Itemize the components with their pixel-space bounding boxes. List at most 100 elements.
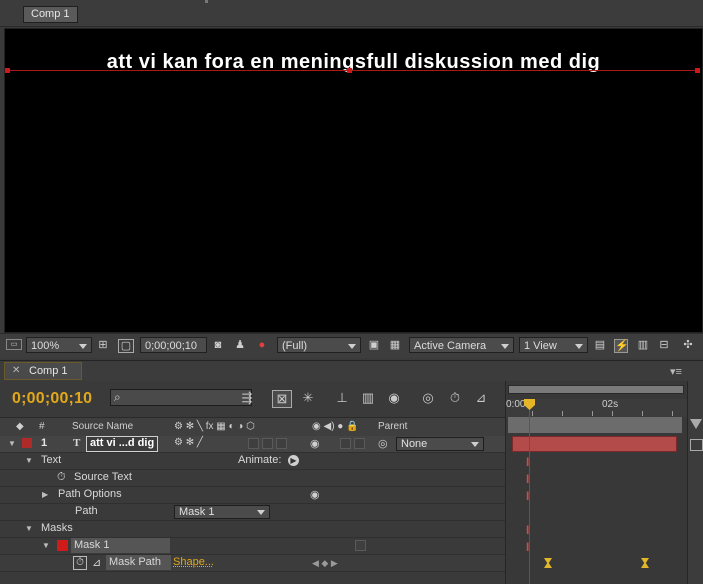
path-mask-dropdown[interactable]: Mask 1 [174, 505, 270, 519]
property-row-mask-path[interactable]: ⏱ ⊿ Mask Path Shape... ◀ ◆ ▶ [0, 555, 505, 572]
current-time-field[interactable]: 0;00;00;10 [140, 337, 207, 353]
timeline-tab[interactable]: ✕ Comp 1 [4, 362, 82, 380]
keyframe-icon[interactable] [641, 558, 649, 568]
panel-menu-icon[interactable]: ▾≡ [670, 365, 682, 378]
comp-button-icon[interactable] [690, 439, 703, 451]
hide-shy-layers-icon[interactable]: ⊥ [333, 390, 351, 406]
expand-icon[interactable]: ▼ [25, 456, 33, 465]
snapshot-camera-icon[interactable]: ◙ [212, 339, 224, 351]
property-row-masks[interactable]: ▼ Masks [0, 521, 505, 538]
expand-layer-icon[interactable]: ▼ [8, 439, 16, 448]
graph-editor-brainstorm-icon[interactable]: ◎ [419, 390, 437, 406]
layer-column-header: ◆ # Source Name ⚙ ✻ ╲ fx ▦ ◐ ◑ ⬡ ◉ ◀) ● … [0, 417, 505, 437]
property-label: Path Options [58, 488, 122, 500]
ruler-start-label: 0:00 [506, 399, 526, 410]
keyframe-marker-icon: I [526, 489, 530, 503]
flowchart-icon[interactable]: ⊟ [658, 339, 670, 351]
fast-previews-icon[interactable]: ⚡ [614, 339, 629, 353]
switch-box[interactable] [248, 438, 259, 449]
composition-viewer[interactable]: att vi kan fora en meningsfull diskussio… [4, 28, 703, 333]
close-tab-icon[interactable]: ✕ [12, 365, 20, 376]
mask-row[interactable]: ▼ Mask 1 [0, 538, 505, 555]
time-navigator-bar[interactable] [508, 385, 684, 394]
layer-name-field[interactable]: att vi ...d dig [86, 436, 159, 452]
mask-invert-checkbox[interactable] [355, 540, 366, 551]
panel-grip [205, 0, 208, 3]
always-preview-icon[interactable]: ▭ [6, 339, 22, 350]
keyframe-marker-icon: I [526, 540, 530, 554]
live-update-icon[interactable]: ⊠ [272, 390, 292, 408]
transparency-grid-icon[interactable]: ▦ [389, 339, 401, 351]
property-row-text[interactable]: ▼ Text Animate: ▶ [0, 453, 505, 470]
visibility-eye-icon[interactable]: ◉ [310, 488, 320, 501]
timeline-graph-area[interactable]: 0:00 02s I I I I I [505, 381, 688, 584]
camera-view-dropdown[interactable]: Active Camera [409, 337, 514, 353]
column-parent[interactable]: Parent [378, 421, 407, 432]
mask-vertex-handle[interactable] [695, 68, 700, 73]
view-layout-dropdown[interactable]: 1 View [519, 337, 588, 353]
zoom-slider-icon[interactable] [690, 419, 702, 429]
property-row-path-options[interactable]: ▶ Path Options ◉ [0, 487, 505, 504]
comp-mini-flowchart-icon[interactable]: ⇶ [238, 390, 256, 406]
mask-path-line[interactable] [5, 70, 700, 71]
work-area-bar[interactable] [508, 417, 682, 433]
timeline-timecode[interactable]: 0;00;00;10 [12, 390, 92, 408]
layer-switches-icons[interactable]: ⚙ ✻ ╱ [174, 437, 203, 448]
expand-icon[interactable]: ▶ [42, 490, 48, 499]
region-of-interest-icon[interactable]: ▣ [368, 339, 380, 351]
timeline-tab-label: Comp 1 [29, 365, 68, 377]
mask-name[interactable]: Mask 1 [71, 538, 170, 553]
mask-visibility-icon[interactable]: ▢ [118, 339, 134, 353]
channel-rgb-icon[interactable]: ● [256, 339, 268, 351]
toggle-pixel-aspect-icon[interactable]: ▤ [594, 339, 606, 351]
graph-icon[interactable]: ⊿ [92, 556, 101, 569]
switch-box[interactable] [340, 438, 351, 449]
mask-shape-link[interactable]: Shape... [173, 556, 214, 568]
switch-box[interactable] [262, 438, 273, 449]
motion-blur-icon[interactable]: ◉ [385, 390, 403, 406]
ruler-tick [532, 411, 533, 416]
composition-tab[interactable]: Comp 1 [23, 6, 78, 23]
auto-keyframe-icon[interactable]: ⏱ [446, 390, 464, 406]
timeline-icon[interactable]: ▥ [637, 339, 649, 351]
composition-tab-bar: Comp 1 [0, 0, 703, 27]
frame-blending-icon[interactable]: ▥ [359, 390, 377, 406]
mask-vertex-handle[interactable] [347, 68, 352, 73]
show-snapshot-icon[interactable]: ♟ [234, 339, 246, 351]
property-row-source-text[interactable]: ⏱ Source Text [0, 470, 505, 487]
switch-box[interactable] [354, 438, 365, 449]
ruler-tick [672, 411, 673, 416]
layer-row[interactable]: ▼ 1 T att vi ...d dig ⚙ ✻ ╱ ◉ ◎ None [0, 436, 505, 453]
pickwhip-icon[interactable]: ◎ [378, 437, 388, 450]
expand-icon[interactable]: ▼ [42, 541, 50, 550]
resolution-dropdown[interactable]: (Full) [277, 337, 361, 353]
label-color-swatch[interactable] [22, 438, 32, 448]
timeline-controls: 0;00;00;10 ⌕ ⇶ ⊠ ✳ ⊥ ▥ ◉ ◎ ⏱ ⊿ [0, 381, 505, 417]
property-row-path[interactable]: Path Mask 1 [0, 504, 505, 521]
zoom-dropdown[interactable]: 100% [26, 337, 92, 353]
draft-3d-icon[interactable]: ✳ [299, 390, 317, 406]
layer-duration-bar[interactable] [512, 436, 677, 452]
mask-vertex-handle[interactable] [5, 68, 10, 73]
column-source-name[interactable]: Source Name [72, 421, 133, 432]
search-icon: ⌕ [114, 390, 121, 404]
expand-icon[interactable]: ▼ [25, 524, 33, 533]
graph-editor-icon[interactable]: ⊿ [472, 390, 490, 406]
layer-search-input[interactable]: ⌕ [110, 389, 252, 406]
visibility-eye-icon[interactable]: ◉ [310, 437, 320, 450]
exposure-icon[interactable]: ✣ [682, 339, 694, 351]
stopwatch-active-icon[interactable]: ⏱ [73, 556, 87, 570]
animate-label: Animate: [238, 454, 282, 466]
stopwatch-icon[interactable]: ⏱ [57, 471, 66, 484]
property-label: Text [41, 454, 62, 466]
title-safe-icon[interactable]: ⊞ [97, 339, 109, 351]
keyframe-icon[interactable] [544, 558, 552, 568]
parent-dropdown[interactable]: None [396, 437, 484, 451]
switches-icons: ⚙ ✻ ╲ fx ▦ ◐ ◑ ⬡ [174, 421, 255, 432]
timeline-side-strip [687, 381, 703, 584]
mask-color-swatch[interactable] [57, 540, 68, 551]
label-tag-icon[interactable]: ◆ [16, 421, 24, 432]
animate-menu-icon[interactable]: ▶ [288, 455, 299, 466]
keyframe-navigator-icons[interactable]: ◀ ◆ ▶ [312, 558, 338, 569]
switch-box[interactable] [276, 438, 287, 449]
